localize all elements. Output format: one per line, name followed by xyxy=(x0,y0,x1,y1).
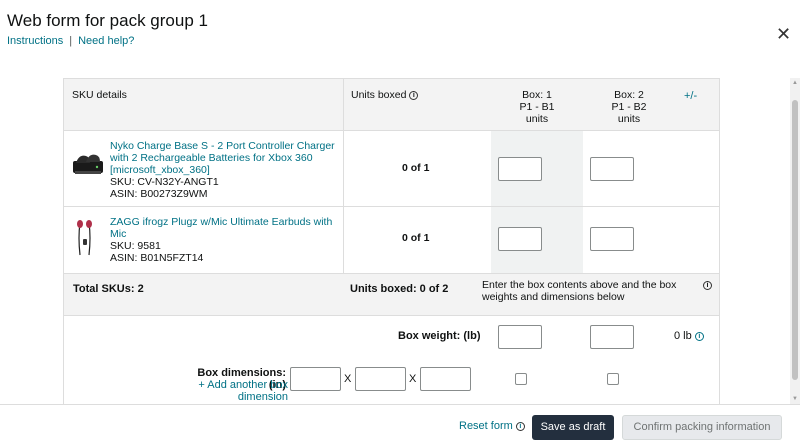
scroll-down-arrow-icon[interactable]: ▼ xyxy=(790,396,800,402)
box-2-units-label: units xyxy=(617,113,641,125)
box-1-dimension-checkbox[interactable] xyxy=(515,373,527,385)
scrollbar-thumb[interactable] xyxy=(792,100,798,380)
box-weight-row: Box weight: (lb) 0 lb i xyxy=(64,316,719,356)
add-remove-box-button[interactable]: +/- xyxy=(684,90,697,102)
dimension-height-input[interactable] xyxy=(420,367,471,391)
box-1-units-input[interactable] xyxy=(498,227,542,251)
product-asin: ASIN: B01N5FZT14 xyxy=(110,252,204,264)
box-2-units-input[interactable] xyxy=(590,157,634,181)
col-header-sku: SKU details xyxy=(72,89,127,101)
units-boxed-value: 0 of 1 xyxy=(402,162,430,174)
dimension-width-input[interactable] xyxy=(355,367,406,391)
table-header-row: SKU details Units boxed i Box: 1 P1 - B1… xyxy=(64,78,719,131)
info-icon[interactable]: i xyxy=(694,331,704,341)
total-skus: Total SKUs: 2 xyxy=(73,283,144,295)
controller-charger-icon xyxy=(73,154,103,174)
box-weight-label: Box weight: (lb) xyxy=(398,330,481,342)
product-asin: ASIN: B00273Z9WM xyxy=(110,188,208,200)
dimension-separator: X xyxy=(409,373,417,385)
add-box-dimension-link[interactable]: + Add another box dimension xyxy=(148,379,288,403)
info-icon[interactable]: i xyxy=(703,281,712,290)
total-units-boxed: Units boxed: 0 of 2 xyxy=(350,283,449,295)
box-dimensions-row: Box dimensions: (in) + Add another box d… xyxy=(64,356,719,404)
need-help-link[interactable]: Need help? xyxy=(78,35,134,47)
box-2-weight-input[interactable] xyxy=(590,325,634,349)
reset-form-label: Reset form xyxy=(459,420,513,432)
table-row: Nyko Charge Base S - 2 Port Controller C… xyxy=(64,131,719,207)
box-2-number: Box: 2 xyxy=(614,89,644,101)
dimension-length-input[interactable] xyxy=(290,367,341,391)
column-divider xyxy=(343,78,344,274)
totals-hint: Enter the box contents above and the box… xyxy=(482,279,677,303)
modal-header: Web form for pack group 1 Instructions | N… xyxy=(0,0,800,78)
col-header-box-1: Box: 1 P1 - B1 units xyxy=(491,89,583,125)
scroll-up-arrow-icon[interactable]: ▲ xyxy=(790,80,800,86)
box-1-units-label: units xyxy=(525,113,549,125)
product-sku: SKU: 9581 xyxy=(110,240,161,252)
box-1-id: P1 - B1 xyxy=(519,101,555,113)
info-icon[interactable]: i xyxy=(409,90,419,100)
product-sku: SKU: CV-N32Y-ANGT1 xyxy=(110,176,219,188)
totals-row: Total SKUs: 2 Units boxed: 0 of 2 Enter … xyxy=(64,274,719,316)
modal-footer: Reset form i Save as draft Confirm packi… xyxy=(0,404,800,448)
info-icon[interactable]: i xyxy=(515,421,525,431)
weight-total: 0 lb i xyxy=(674,330,704,342)
box-2-units-input[interactable] xyxy=(590,227,634,251)
header-links: Instructions | Need help? xyxy=(7,35,134,47)
units-boxed-value: 0 of 1 xyxy=(402,232,430,244)
col-header-units: Units boxed i xyxy=(351,89,419,101)
box-2-dimension-checkbox[interactable] xyxy=(607,373,619,385)
box-2-id: P1 - B2 xyxy=(611,101,647,113)
dimension-separator: X xyxy=(344,373,352,385)
packing-table: SKU details Units boxed i Box: 1 P1 - B1… xyxy=(63,78,720,404)
product-title-link[interactable]: ZAGG ifrogz Plugz w/Mic Ultimate Earbuds… xyxy=(110,216,332,240)
page-title: Web form for pack group 1 xyxy=(7,11,208,30)
instructions-link[interactable]: Instructions xyxy=(7,35,63,47)
link-separator: | xyxy=(69,35,73,47)
scrollbar[interactable]: ▲ ▼ xyxy=(790,78,800,404)
weight-total-value: 0 lb xyxy=(674,330,692,342)
units-boxed-label: Units boxed xyxy=(351,89,407,101)
box-1-number: Box: 1 xyxy=(522,89,552,101)
box-1-units-input[interactable] xyxy=(498,157,542,181)
earbuds-icon xyxy=(77,220,92,256)
table-row: ZAGG ifrogz Plugz w/Mic Ultimate Earbuds… xyxy=(64,207,719,274)
box-1-weight-input[interactable] xyxy=(498,325,542,349)
product-title-link[interactable]: Nyko Charge Base S - 2 Port Controller C… xyxy=(110,140,335,176)
reset-form-button[interactable]: Reset form i xyxy=(459,420,525,432)
close-icon[interactable]: ✕ xyxy=(776,25,791,43)
confirm-packing-button[interactable]: Confirm packing information xyxy=(622,415,782,440)
col-header-box-2: Box: 2 P1 - B2 units xyxy=(583,89,675,125)
save-as-draft-button[interactable]: Save as draft xyxy=(532,415,614,440)
